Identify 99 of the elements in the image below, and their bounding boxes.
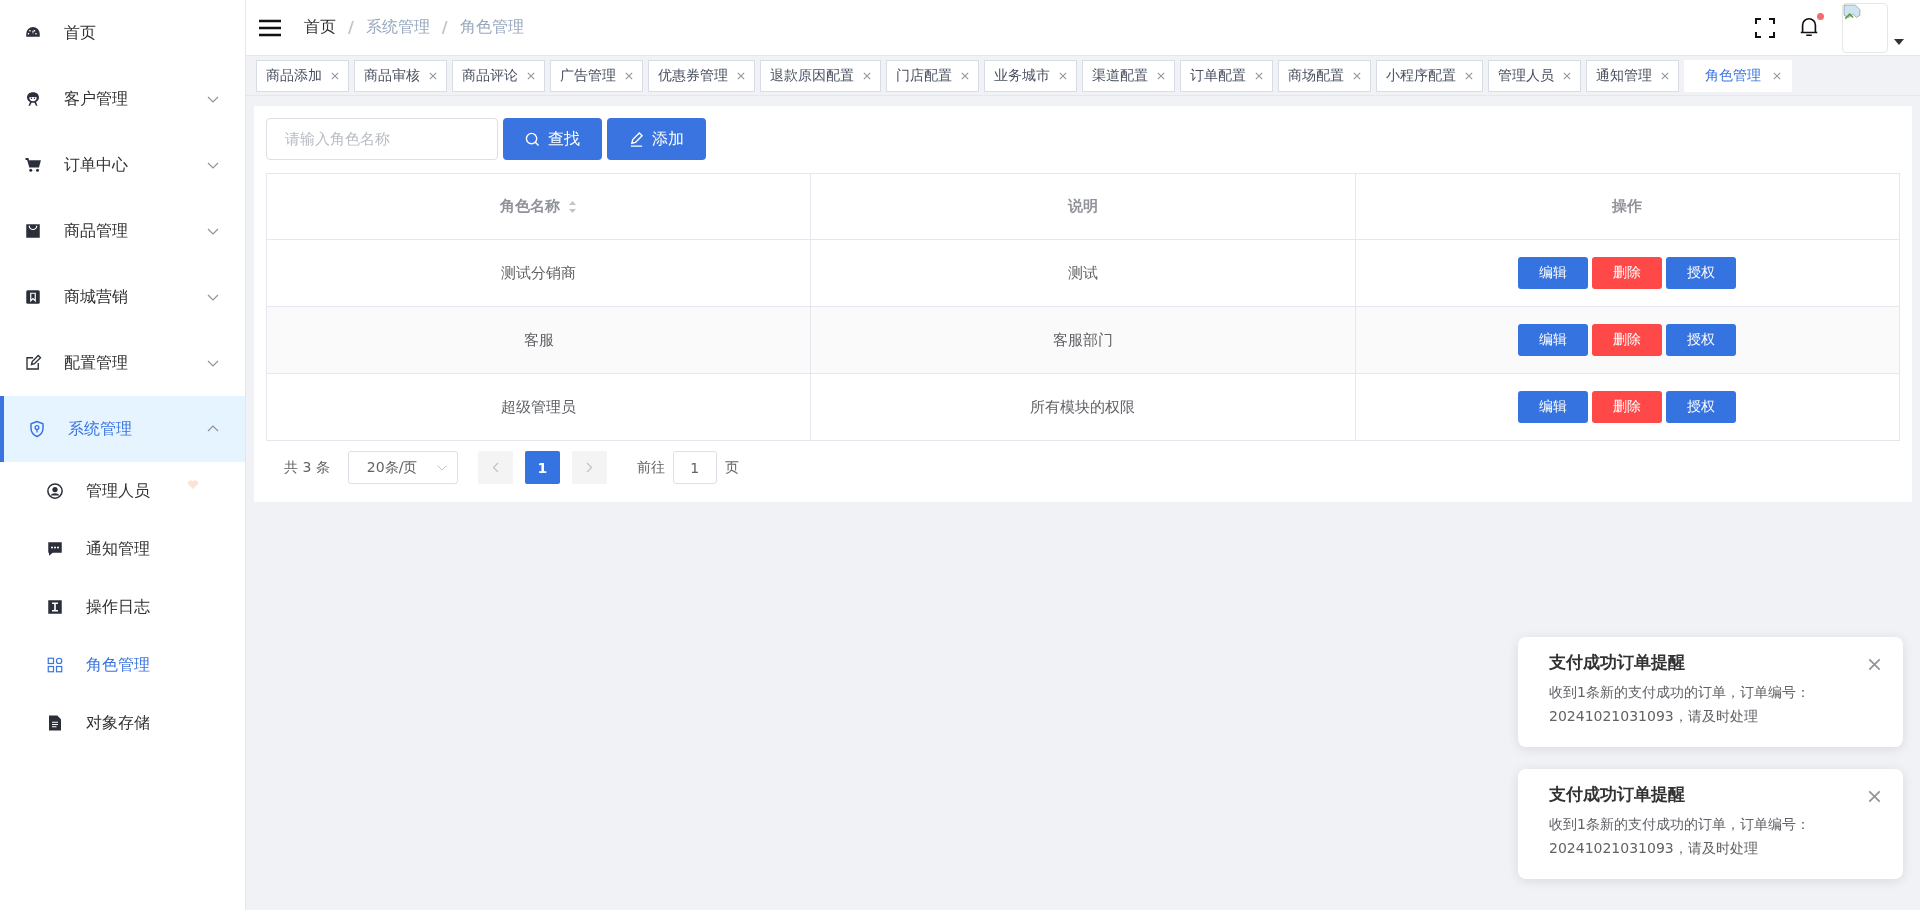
- pencil-icon: [629, 131, 644, 147]
- close-icon[interactable]: [961, 71, 969, 80]
- table-cell: 所有模块的权限: [810, 373, 1356, 441]
- page-suffix: 页: [724, 458, 739, 477]
- tab[interactable]: 商品审核: [354, 59, 447, 92]
- close-icon[interactable]: [1868, 790, 1881, 803]
- sidebar-item[interactable]: 配置管理: [0, 330, 245, 396]
- breadcrumb-item: 角色管理: [459, 17, 524, 38]
- tab[interactable]: 业务城市: [984, 59, 1077, 92]
- close-icon[interactable]: [1157, 71, 1165, 80]
- chevron-icon: [436, 464, 447, 471]
- close-icon[interactable]: [1661, 71, 1669, 80]
- column-header: 说明: [810, 173, 1356, 240]
- tab[interactable]: 角色管理: [1684, 59, 1792, 92]
- breadcrumb-item[interactable]: 首页: [304, 17, 336, 38]
- sidebar-item[interactable]: 首页: [0, 0, 245, 66]
- avatar-placeholder[interactable]: [1842, 2, 1888, 53]
- submenu-item[interactable]: 角色管理: [0, 636, 245, 694]
- close-icon[interactable]: [429, 71, 437, 80]
- table-cell: 测试分销商: [266, 239, 811, 307]
- tab[interactable]: 商品添加: [256, 59, 349, 92]
- tab[interactable]: 订单配置: [1180, 59, 1273, 92]
- tab[interactable]: 商品评论: [452, 59, 545, 92]
- goto-label: 前往: [636, 458, 665, 477]
- breadcrumb-separator: /: [348, 18, 354, 37]
- sort-icon[interactable]: [568, 199, 578, 214]
- submenu-item[interactable]: 对象存储: [0, 694, 245, 752]
- action-button[interactable]: 授权: [1666, 257, 1737, 289]
- broken-image-icon: [1843, 3, 1861, 22]
- action-button[interactable]: 编辑: [1518, 391, 1589, 423]
- close-icon[interactable]: [527, 71, 535, 80]
- column-title: 角色名称: [500, 197, 561, 216]
- column-header: 操作: [1355, 173, 1900, 240]
- sidebar-item[interactable]: 订单中心: [0, 132, 245, 198]
- close-icon[interactable]: [737, 71, 745, 80]
- edit-icon: [24, 354, 42, 372]
- chevron-left-icon: [491, 462, 499, 473]
- tab[interactable]: 商场配置: [1278, 59, 1371, 92]
- sidebar-item[interactable]: 商品管理: [0, 198, 245, 264]
- add-button[interactable]: 添加: [607, 118, 706, 160]
- action-button[interactable]: 授权: [1666, 324, 1737, 356]
- notification-title: 支付成功订单提醒: [1549, 783, 1686, 806]
- face-icon: [24, 90, 42, 108]
- tab[interactable]: 优惠券管理: [648, 59, 755, 92]
- table-cell: 客服: [266, 306, 811, 374]
- tab[interactable]: 广告管理: [550, 59, 643, 92]
- table-cell: 客服部门: [810, 306, 1356, 374]
- notification-message: 收到1条新的支付成功的订单，订单编号：20241021031093，请及时处理: [1549, 683, 1811, 726]
- chevron-right-icon: [585, 462, 593, 473]
- table-cell: 测试: [810, 239, 1356, 307]
- close-icon[interactable]: [331, 71, 339, 80]
- total-count: 共 3 条: [284, 458, 330, 477]
- grid-icon: [46, 656, 64, 674]
- notification-title: 支付成功订单提醒: [1549, 651, 1686, 674]
- shield-icon: [28, 420, 46, 438]
- action-button[interactable]: 授权: [1666, 391, 1737, 423]
- tab[interactable]: 退款原因配置: [760, 59, 881, 92]
- close-icon[interactable]: [1059, 71, 1067, 80]
- bag-icon: [24, 222, 42, 240]
- document-icon: [46, 714, 64, 732]
- text-cursor-icon: [46, 598, 64, 616]
- close-icon[interactable]: [1255, 71, 1263, 80]
- page-size-select[interactable]: 20条/页: [347, 451, 458, 484]
- menu-icon[interactable]: [258, 17, 282, 38]
- submenu-item[interactable]: 操作日志: [0, 578, 245, 636]
- close-icon[interactable]: [1353, 71, 1361, 80]
- action-button[interactable]: 编辑: [1518, 324, 1589, 356]
- user-circle-icon: [46, 482, 64, 500]
- sidebar-item[interactable]: 客户管理: [0, 66, 245, 132]
- cart-icon: [24, 156, 42, 174]
- close-icon[interactable]: [1773, 71, 1781, 80]
- search-button[interactable]: 查找: [503, 118, 602, 160]
- bell-icon[interactable]: [1798, 15, 1820, 38]
- fullscreen-icon[interactable]: [1754, 16, 1776, 39]
- submenu-item[interactable]: 通知管理: [0, 520, 245, 578]
- search-field[interactable]: 请输入角色名称: [266, 118, 498, 160]
- tab[interactable]: 小程序配置: [1376, 59, 1483, 92]
- sidebar-item[interactable]: 商城营销: [0, 264, 245, 330]
- notification-message: 收到1条新的支付成功的订单，订单编号：20241021031093，请及时处理: [1549, 815, 1811, 858]
- close-icon[interactable]: [1465, 71, 1473, 80]
- submenu-item[interactable]: 管理人员: [0, 462, 245, 520]
- action-button[interactable]: 编辑: [1518, 257, 1589, 289]
- close-icon[interactable]: [1563, 71, 1571, 80]
- tab[interactable]: 渠道配置: [1082, 59, 1175, 92]
- sidebar-item[interactable]: 系统管理: [0, 396, 245, 462]
- close-icon[interactable]: [625, 71, 633, 80]
- tab[interactable]: 通知管理: [1586, 59, 1679, 92]
- tab[interactable]: 门店配置: [886, 59, 979, 92]
- chat-bubble-icon: [46, 540, 64, 558]
- bookmark-icon: [24, 288, 42, 306]
- search-icon: [525, 131, 540, 147]
- table-cell: 超级管理员: [266, 373, 811, 441]
- close-icon[interactable]: [1868, 658, 1881, 671]
- breadcrumb-separator: /: [441, 18, 448, 37]
- tab[interactable]: 管理人员: [1488, 59, 1581, 92]
- close-icon[interactable]: [863, 71, 871, 80]
- caret-icon[interactable]: [1894, 38, 1904, 45]
- page-input[interactable]: 1: [672, 451, 717, 484]
- page-button[interactable]: 1: [524, 451, 560, 484]
